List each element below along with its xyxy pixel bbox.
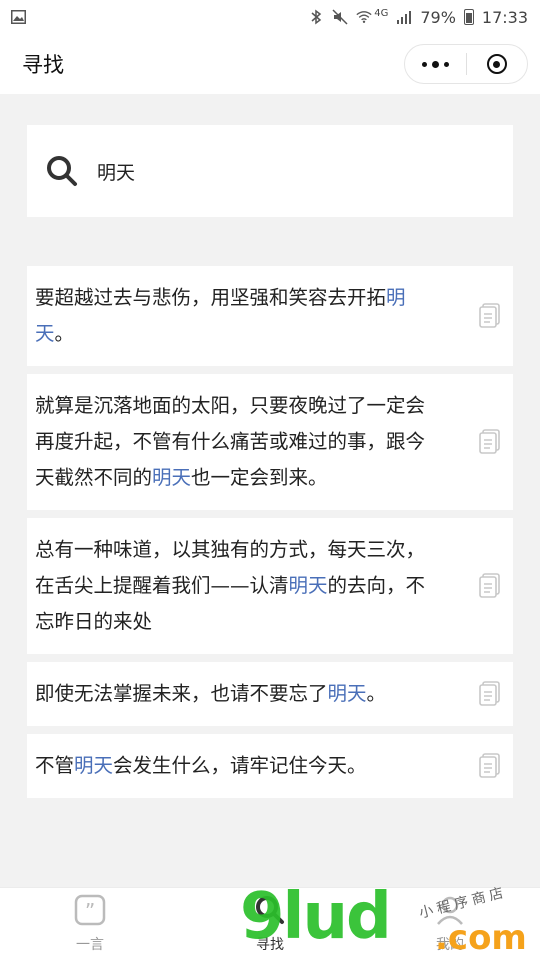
result-highlight: 明天 [152, 466, 192, 489]
result-highlight: 明天 [327, 682, 367, 705]
more-button[interactable] [405, 45, 466, 83]
network-type: 4G [374, 7, 389, 19]
result-item[interactable]: 不管明天会发生什么，请牢记住今天。 [27, 734, 513, 798]
copy-icon[interactable] [479, 753, 501, 779]
close-target-icon [486, 54, 507, 74]
svg-text:”: ” [85, 899, 95, 923]
copy-icon[interactable] [479, 429, 501, 455]
image-icon [10, 9, 26, 25]
close-button[interactable] [467, 45, 528, 83]
tab-mine[interactable]: 我的 [360, 888, 540, 960]
mini-program-capsule [404, 44, 528, 84]
result-text-after: 也一定会到来。 [191, 466, 328, 489]
copy-icon[interactable] [479, 303, 501, 329]
bluetooth-icon [308, 9, 324, 25]
result-text-before: 要超越过去与悲伤，用坚强和笑容去开拓 [35, 286, 387, 309]
result-text-after: 。 [366, 682, 387, 705]
tab-label: 我的 [436, 937, 464, 953]
search-icon [45, 154, 79, 188]
mute-icon [332, 9, 348, 25]
user-icon [434, 894, 466, 930]
wifi-icon [356, 9, 372, 25]
battery-percent: 79% [420, 7, 456, 27]
copy-icon[interactable] [479, 681, 501, 707]
result-item[interactable]: 总有一种味道，以其独有的方式，每天三次，在舌尖上提醒着我们——认清明天的去向，不… [27, 518, 513, 654]
search-input[interactable]: 明天 [97, 158, 135, 185]
search-bar[interactable]: 明天 [27, 125, 513, 217]
result-highlight: 明天 [288, 574, 328, 597]
result-highlight: 明天 [74, 754, 114, 777]
more-dots-icon [421, 60, 449, 68]
signal-icon [396, 9, 412, 25]
result-text-before: 不管 [35, 754, 75, 777]
search-icon [254, 894, 286, 930]
results-list: 要超越过去与悲伤，用坚强和笑容去开拓明天。 就算是沉落地面的太阳，只要夜晚过了一… [27, 266, 513, 806]
result-item[interactable]: 即使无法掌握未来，也请不要忘了明天。 [27, 662, 513, 726]
tab-label: 一言 [76, 937, 104, 953]
result-item[interactable]: 要超越过去与悲伤，用坚强和笑容去开拓明天。 [27, 266, 513, 366]
tab-bar: ” 一言 寻找 我的 [0, 887, 540, 960]
nav-bar: 寻找 [0, 34, 540, 94]
tab-yiyan[interactable]: ” 一言 [0, 888, 180, 960]
tab-label: 寻找 [256, 937, 284, 953]
tab-search[interactable]: 寻找 [180, 888, 360, 960]
status-bar: 4G 79% 17:33 [0, 0, 540, 34]
copy-icon[interactable] [479, 573, 501, 599]
result-text-before: 即使无法掌握未来，也请不要忘了 [35, 682, 328, 705]
quote-icon: ” [74, 894, 106, 930]
result-text-after: 会发生什么，请牢记住今天。 [113, 754, 367, 777]
result-text-after: 。 [54, 322, 75, 345]
battery-icon [463, 9, 474, 25]
clock: 17:33 [481, 7, 528, 27]
result-item[interactable]: 就算是沉落地面的太阳，只要夜晚过了一定会再度升起，不管有什么痛苦或难过的事，跟今… [27, 374, 513, 510]
page-title: 寻找 [22, 53, 64, 77]
